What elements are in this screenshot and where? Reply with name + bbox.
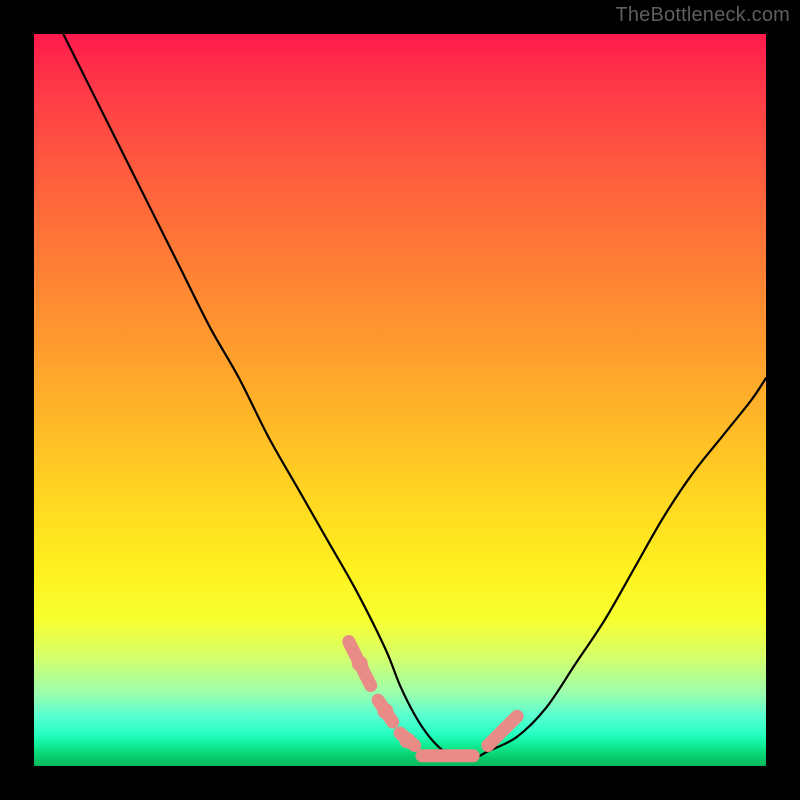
chart-frame: TheBottleneck.com [0,0,800,800]
plot-area [34,34,766,766]
highlight-segment [488,716,517,745]
chart-svg [34,34,766,766]
highlight-point [399,732,415,748]
bottleneck-curve [63,34,766,760]
watermark-text: TheBottleneck.com [615,4,790,27]
highlight-point [377,703,393,719]
highlight-point [352,656,368,672]
highlight-segments [349,642,517,756]
